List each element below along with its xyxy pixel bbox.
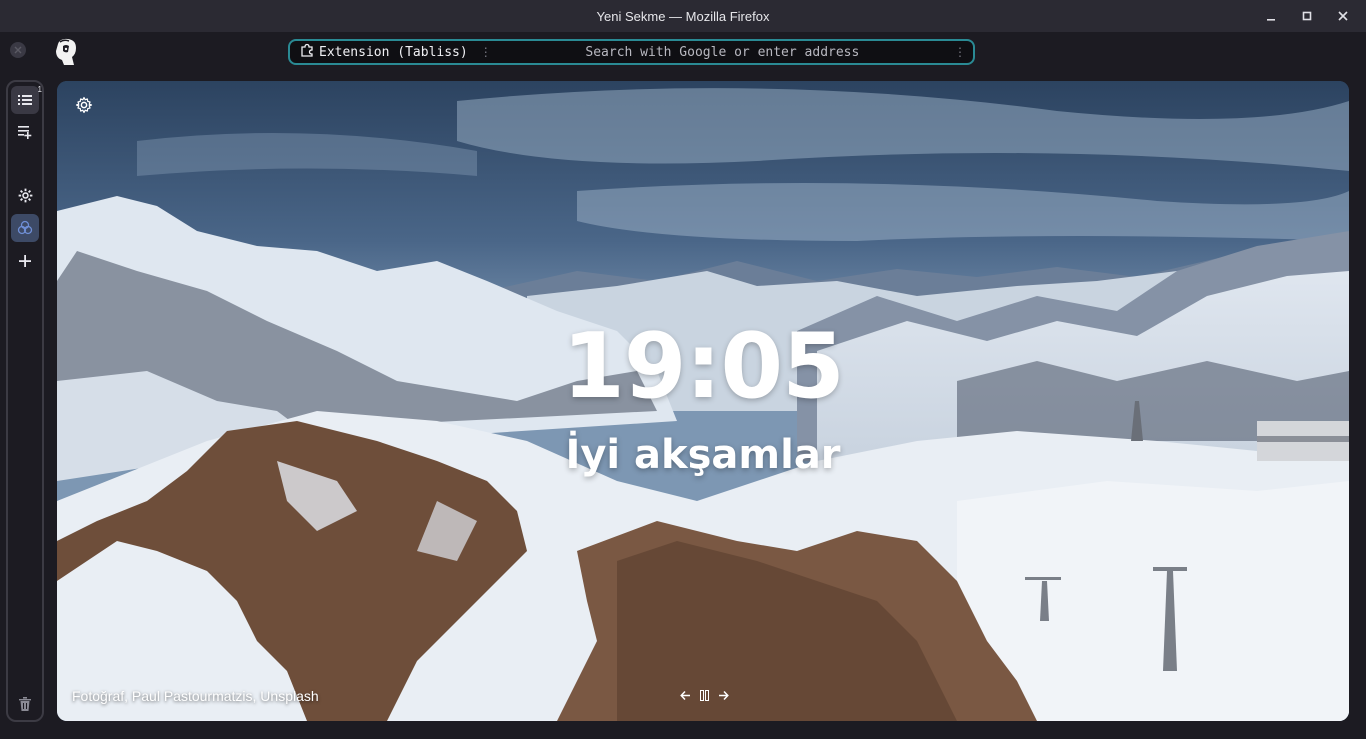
settings-gear-icon[interactable] bbox=[75, 96, 93, 114]
maximize-icon[interactable] bbox=[1300, 9, 1314, 23]
pause-icon[interactable] bbox=[698, 688, 710, 702]
previous-arrow-icon[interactable] bbox=[679, 688, 691, 702]
list-icon bbox=[18, 95, 32, 105]
greeting-text: İyi akşamlar bbox=[565, 432, 841, 478]
drag-handle-icon[interactable]: ⋮ bbox=[480, 45, 492, 59]
puzzle-icon bbox=[300, 43, 314, 61]
photo-credit[interactable]: Fotoğraf, Paul Pastourmatzis, Unsplash bbox=[72, 688, 319, 704]
clock-time: 19:05 bbox=[562, 314, 844, 419]
sidebar-item-tabs[interactable]: 1 bbox=[11, 85, 42, 114]
extension-label: Extension (Tabliss) bbox=[319, 44, 468, 60]
sidebar-item-settings[interactable] bbox=[11, 181, 39, 209]
title-bar: Yeni Sekme — Mozilla Firefox bbox=[0, 0, 1366, 32]
playlist-add-icon bbox=[18, 126, 32, 139]
search-input[interactable] bbox=[490, 44, 954, 60]
navigation-bar: Extension (Tabliss) ⋮ ⋮ bbox=[0, 32, 1366, 74]
sidebar-item-add-group[interactable] bbox=[11, 118, 39, 146]
sidebar-item-trash[interactable] bbox=[11, 690, 39, 718]
sidebar: 1 bbox=[6, 80, 44, 722]
spaces-icon bbox=[17, 220, 33, 235]
profile-avatar-icon[interactable] bbox=[52, 36, 80, 68]
tab-count-badge: 1 bbox=[37, 85, 42, 94]
background-controls bbox=[679, 688, 729, 702]
extension-identity[interactable]: Extension (Tabliss) bbox=[290, 43, 468, 61]
plus-icon bbox=[19, 255, 31, 267]
address-bar[interactable]: Extension (Tabliss) ⋮ ⋮ bbox=[288, 39, 975, 65]
window-controls bbox=[1264, 0, 1350, 32]
sidebar-item-workspace[interactable] bbox=[11, 214, 39, 242]
window-title: Yeni Sekme — Mozilla Firefox bbox=[596, 8, 770, 24]
close-circle-icon[interactable] bbox=[10, 42, 26, 58]
trash-icon bbox=[19, 697, 31, 711]
next-arrow-icon[interactable] bbox=[717, 688, 729, 702]
gear-icon bbox=[18, 188, 32, 202]
minimize-icon[interactable] bbox=[1264, 9, 1278, 23]
close-icon[interactable] bbox=[1336, 9, 1350, 23]
sidebar-item-add[interactable] bbox=[11, 247, 39, 275]
new-tab-page: 19:05 İyi akşamlar Fotoğraf, Paul Pastou… bbox=[57, 81, 1349, 721]
drag-handle-icon-right[interactable]: ⋮ bbox=[954, 45, 966, 59]
